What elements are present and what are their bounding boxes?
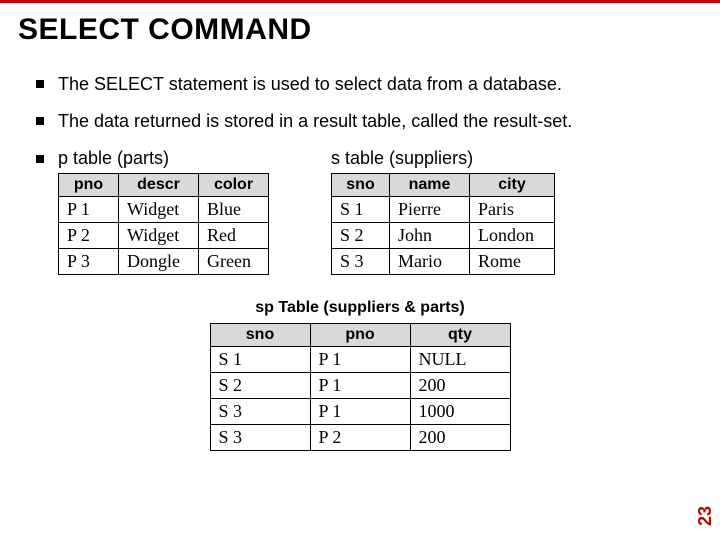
table-row: S 3 P 2 200 <box>210 424 510 450</box>
table-header: qty <box>410 323 510 346</box>
table-cell: S 1 <box>210 346 310 372</box>
bullet-marker-icon <box>36 117 44 125</box>
table-header: city <box>470 173 555 196</box>
table-row: S 1 P 1 NULL <box>210 346 510 372</box>
table-row: S 2 John London <box>332 222 555 248</box>
table-header-row: sno pno qty <box>210 323 510 346</box>
p-table-block: p table (parts) pno descr color P 1 Widg… <box>36 148 269 275</box>
bullet-marker-icon <box>36 155 44 163</box>
title-bar: SELECT COMMAND <box>0 0 720 53</box>
table-cell: Mario <box>390 248 470 274</box>
table-cell: P 2 <box>59 222 119 248</box>
table-header: pno <box>59 173 119 196</box>
table-cell: P 1 <box>59 196 119 222</box>
table-cell: P 3 <box>59 248 119 274</box>
table-cell: Green <box>199 248 269 274</box>
table-cell: Widget <box>119 196 199 222</box>
table-cell: P 1 <box>310 398 410 424</box>
bullet-item: The data returned is stored in a result … <box>36 110 684 133</box>
table-cell: 1000 <box>410 398 510 424</box>
table-cell: P 1 <box>310 372 410 398</box>
table-cell: NULL <box>410 346 510 372</box>
bullet-item: The SELECT statement is used to select d… <box>36 73 684 96</box>
table-cell: Blue <box>199 196 269 222</box>
slide-body: The SELECT statement is used to select d… <box>0 53 720 451</box>
sp-table-caption: sp Table (suppliers & parts) <box>36 299 684 317</box>
table-cell: S 1 <box>332 196 390 222</box>
table-cell: S 3 <box>332 248 390 274</box>
table-cell: S 2 <box>210 372 310 398</box>
table-cell: Red <box>199 222 269 248</box>
p-table-caption-row: p table (parts) <box>36 148 269 173</box>
table-cell: 200 <box>410 372 510 398</box>
table-cell: 200 <box>410 424 510 450</box>
table-header: color <box>199 173 269 196</box>
table-header: sno <box>210 323 310 346</box>
table-cell: S 3 <box>210 424 310 450</box>
bullet-text: The data returned is stored in a result … <box>58 110 572 133</box>
table-row: S 2 P 1 200 <box>210 372 510 398</box>
table-cell: S 3 <box>210 398 310 424</box>
table-cell: P 1 <box>310 346 410 372</box>
bullet-marker-icon <box>36 80 44 88</box>
s-table-block: s table (suppliers) sno name city S 1 Pi… <box>309 148 555 275</box>
sp-table-block: sp Table (suppliers & parts) sno pno qty… <box>36 299 684 451</box>
table-row: S 3 Mario Rome <box>332 248 555 274</box>
table-cell: Paris <box>470 196 555 222</box>
table-header: sno <box>332 173 390 196</box>
table-row: P 3 Dongle Green <box>59 248 269 274</box>
title-text: SELECT COMMAND <box>18 13 312 46</box>
table-row: P 1 Widget Blue <box>59 196 269 222</box>
p-table-caption: p table (parts) <box>58 148 169 169</box>
table-header-row: pno descr color <box>59 173 269 196</box>
sp-table: sno pno qty S 1 P 1 NULL S 2 P 1 200 S 3… <box>210 323 511 451</box>
page-title: SELECT COMMAND <box>18 13 702 47</box>
tables-row: p table (parts) pno descr color P 1 Widg… <box>36 148 684 275</box>
s-table: sno name city S 1 Pierre Paris S 2 John … <box>331 173 555 275</box>
table-cell: Widget <box>119 222 199 248</box>
bullet-text: The SELECT statement is used to select d… <box>58 73 562 96</box>
table-header: pno <box>310 323 410 346</box>
s-table-caption: s table (suppliers) <box>309 148 555 169</box>
table-header: descr <box>119 173 199 196</box>
table-cell: P 2 <box>310 424 410 450</box>
table-row: S 3 P 1 1000 <box>210 398 510 424</box>
table-cell: Dongle <box>119 248 199 274</box>
table-header: name <box>390 173 470 196</box>
table-cell: Pierre <box>390 196 470 222</box>
page-number: 23 <box>695 506 716 526</box>
table-row: P 2 Widget Red <box>59 222 269 248</box>
p-table: pno descr color P 1 Widget Blue P 2 Widg… <box>58 173 269 275</box>
table-cell: S 2 <box>332 222 390 248</box>
table-cell: London <box>470 222 555 248</box>
table-cell: Rome <box>470 248 555 274</box>
table-header-row: sno name city <box>332 173 555 196</box>
table-cell: John <box>390 222 470 248</box>
table-row: S 1 Pierre Paris <box>332 196 555 222</box>
slide: SELECT COMMAND The SELECT statement is u… <box>0 0 720 540</box>
